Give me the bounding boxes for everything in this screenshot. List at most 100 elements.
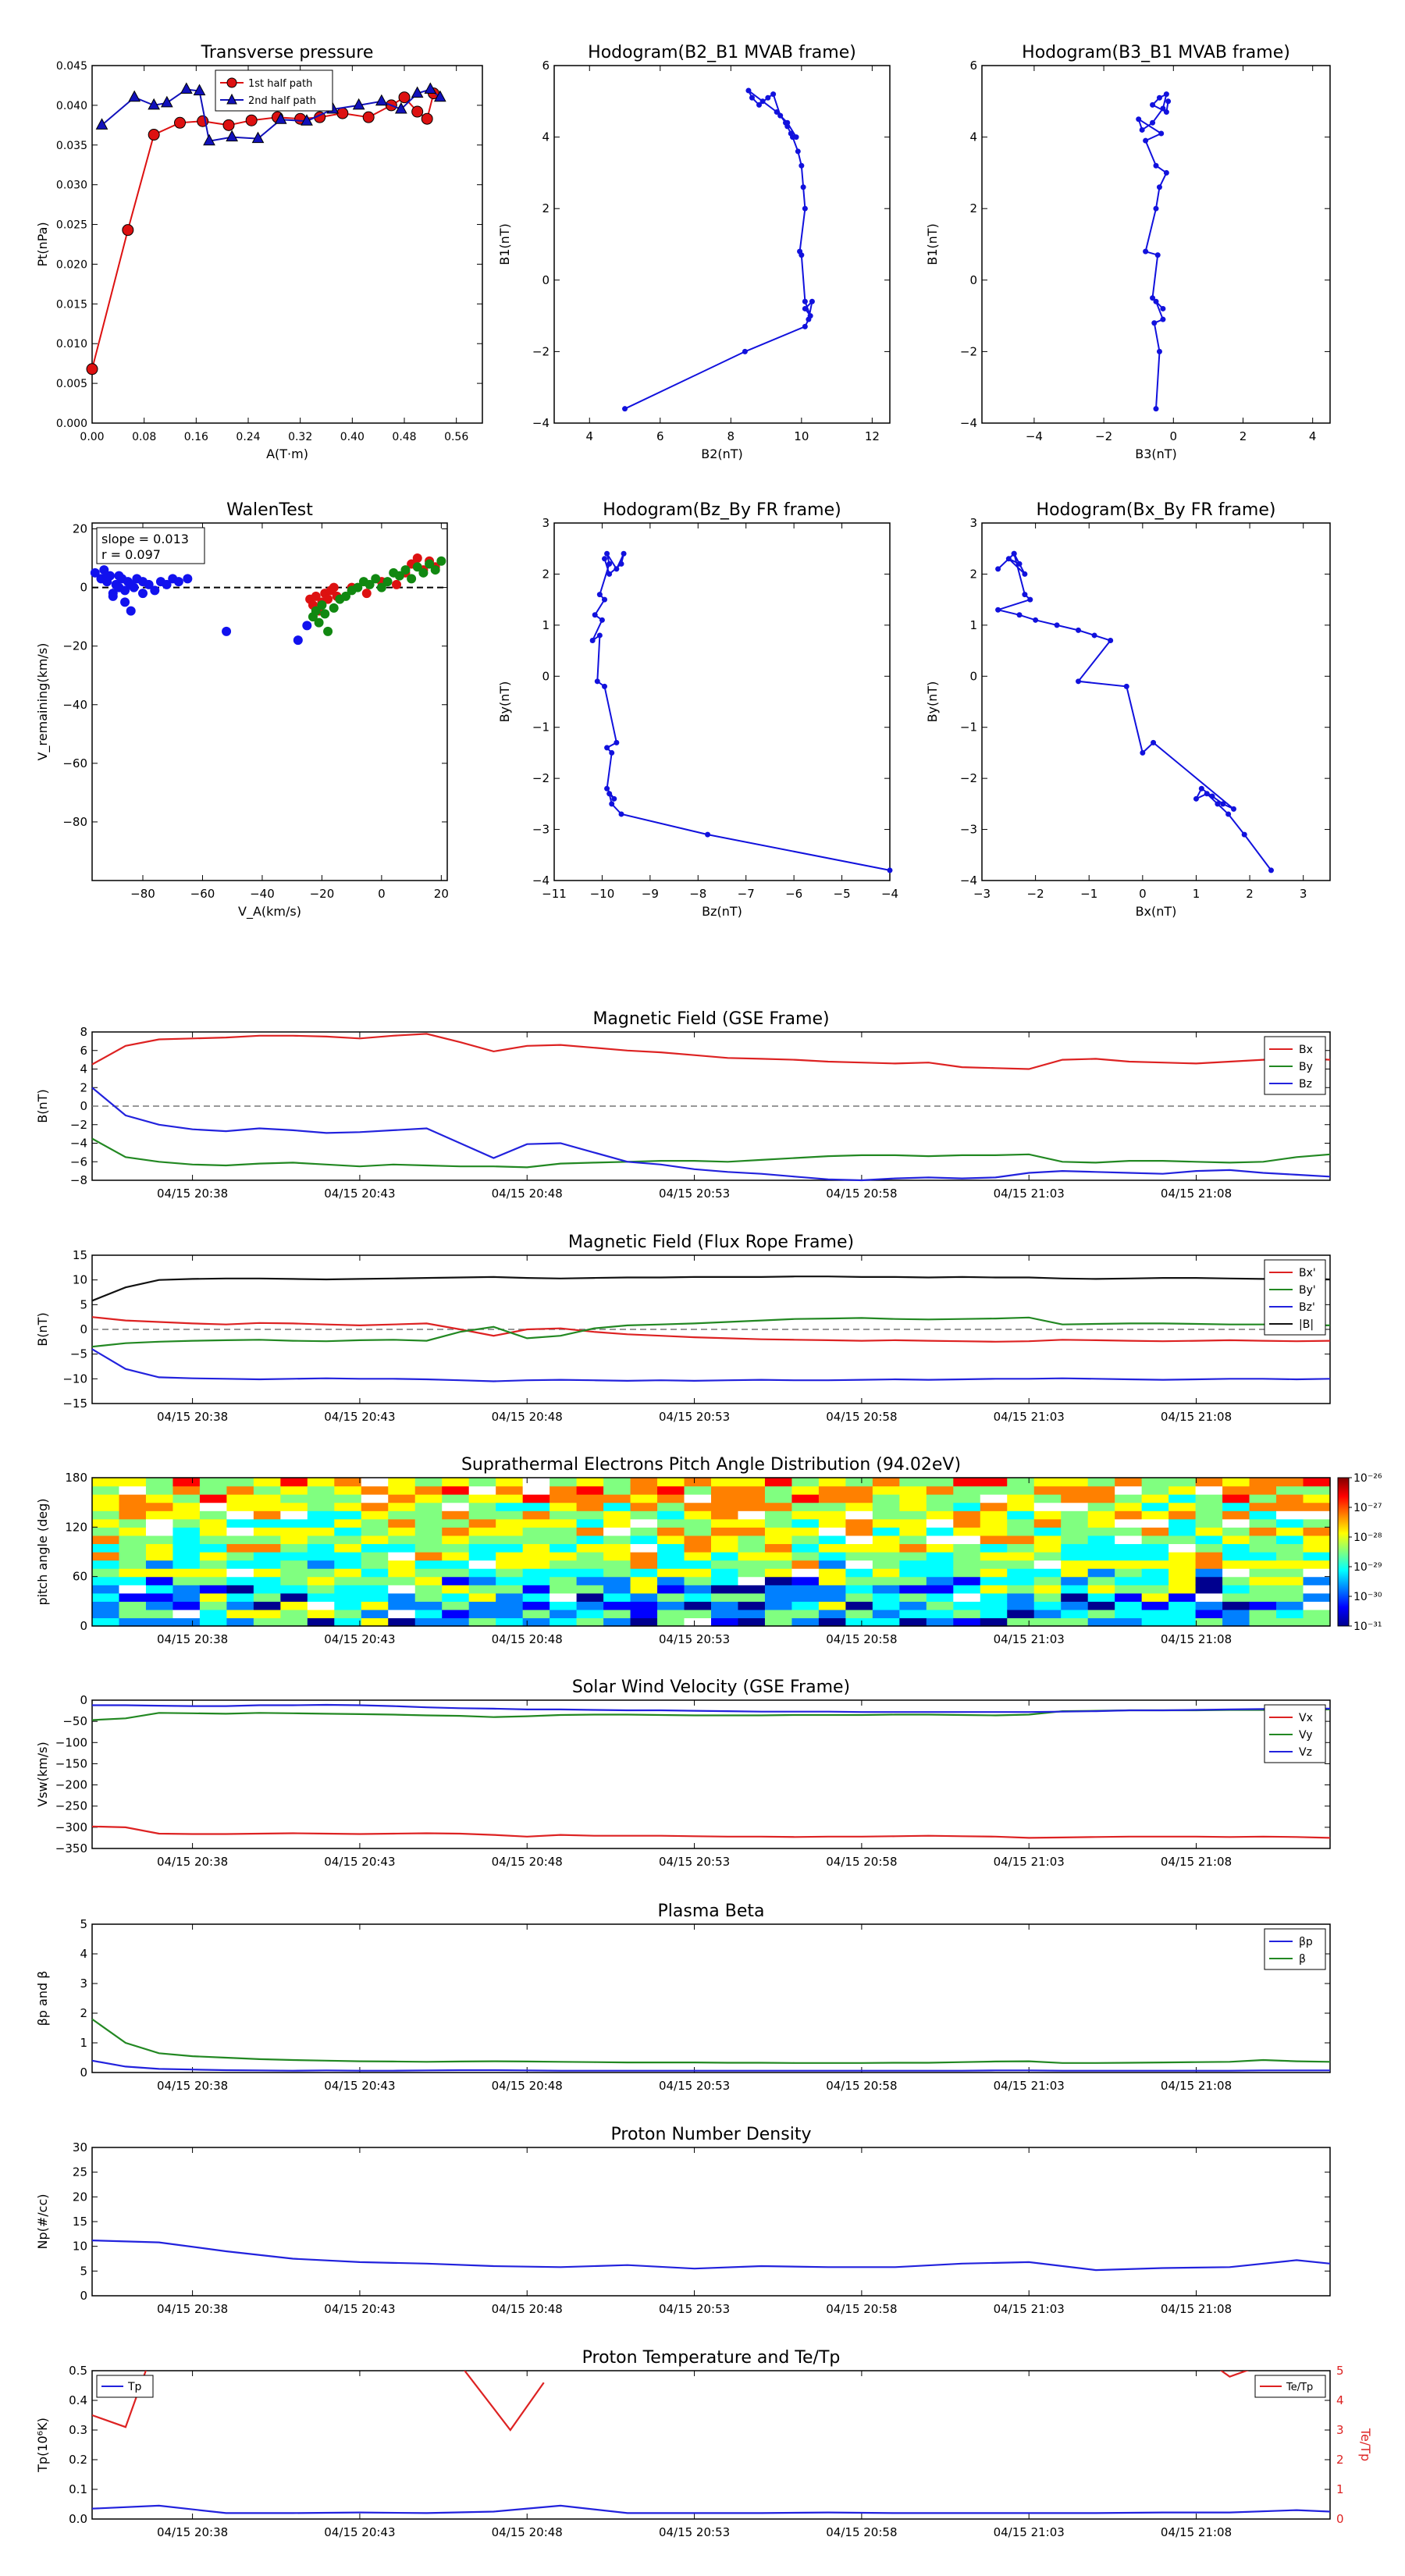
data-point	[618, 811, 624, 817]
heatmap-cell	[1033, 1568, 1062, 1578]
x-tick-label: −7	[738, 887, 755, 901]
chart-title: Hodogram(Bx_By FR frame)	[1037, 500, 1276, 520]
transverse-pressure-chart: Transverse pressure 0.000 0.005 0.010 0.015 0…	[35, 43, 483, 461]
heatmap-cell	[711, 1576, 739, 1585]
y-axis-label: By(nT)	[925, 681, 940, 723]
data-point	[602, 596, 607, 603]
heatmap-cell	[496, 1527, 524, 1536]
x-tick-label: −3	[973, 887, 991, 901]
x-tick-label: 04/15 20:58	[826, 2079, 897, 2093]
heatmap-cell	[468, 1527, 496, 1536]
heatmap-cell	[92, 1502, 120, 1511]
y-tick-label: 3	[969, 516, 977, 530]
data-point	[809, 298, 815, 304]
heatmap-cell	[226, 1478, 254, 1487]
heatmap-cell	[1061, 1560, 1089, 1569]
heatmap-cell	[684, 1478, 712, 1487]
data-point	[799, 162, 805, 169]
heatmap-cell	[199, 1601, 227, 1610]
x-axis-label: Bz(nT)	[702, 904, 742, 919]
x-axis-label: Bx(nT)	[1136, 904, 1177, 919]
heatmap-cell	[738, 1617, 766, 1627]
x-tick-label: 04/15 20:38	[157, 1410, 228, 1424]
heatmap-cell	[1276, 1609, 1304, 1619]
heatmap-cell	[173, 1485, 201, 1495]
heatmap-cell	[899, 1601, 927, 1610]
data-point	[1230, 806, 1236, 812]
heatmap-cell	[630, 1585, 658, 1594]
y-tick-label: 0.045	[56, 60, 87, 73]
legend-marker	[226, 77, 237, 88]
heatmap-cell	[1222, 1494, 1250, 1503]
heatmap-cell	[92, 1592, 120, 1602]
heatmap-cell	[791, 1478, 820, 1487]
heatmap-cell	[280, 1617, 308, 1627]
heatmap-cell	[550, 1485, 578, 1495]
y-axis-label: By(nT)	[497, 681, 512, 723]
heatmap-cell	[307, 1535, 335, 1545]
legend-label: Vx	[1299, 1712, 1313, 1724]
heatmap-cell	[388, 1601, 416, 1610]
data-point	[126, 579, 136, 589]
heatmap-cell	[468, 1609, 496, 1619]
chart-title: Plasma Beta	[658, 1902, 765, 1921]
heatmap-cell	[92, 1527, 120, 1536]
heatmap-cell	[442, 1478, 470, 1487]
heatmap-cell	[226, 1485, 254, 1495]
heatmap-cell	[1168, 1502, 1197, 1511]
data-point	[765, 94, 771, 101]
data-point	[436, 556, 446, 566]
heatmap-cell	[684, 1576, 712, 1585]
data-point	[375, 94, 388, 106]
heatmap-cell	[496, 1478, 524, 1487]
heatmap-cell	[442, 1552, 470, 1561]
x-tick-label: −60	[190, 887, 215, 901]
heatmap-cell	[361, 1601, 389, 1610]
heatmap-cell	[872, 1576, 900, 1585]
heatmap-cell	[738, 1478, 766, 1487]
heatmap-cell	[522, 1560, 550, 1569]
y-tick-label: −300	[55, 1820, 87, 1834]
x-tick-label: 04/15 20:58	[826, 1855, 897, 1869]
heatmap-cell	[791, 1518, 820, 1528]
heatmap-cell	[764, 1527, 793, 1536]
heatmap-cell	[657, 1502, 685, 1511]
y-tick-label: 0.000	[56, 418, 87, 430]
y-tick-label: 5	[80, 1917, 87, 1931]
y-tick-label: 0	[80, 1322, 87, 1336]
heatmap-cell	[442, 1518, 470, 1528]
heatmap-cell	[1303, 1609, 1331, 1619]
heatmap-cell	[980, 1568, 1008, 1578]
series-line	[91, 1033, 1331, 1070]
colorbar	[1337, 1477, 1350, 1627]
heatmap-cell	[818, 1510, 846, 1520]
heatmap-cell	[980, 1502, 1008, 1511]
y-tick-label: −3	[532, 823, 550, 837]
heatmap-cell	[1141, 1576, 1169, 1585]
x-tick-label: −2	[1095, 429, 1112, 443]
heatmap-cell	[145, 1535, 174, 1545]
heatmap-cell	[818, 1518, 846, 1528]
heatmap-cell	[845, 1535, 873, 1545]
data-point	[317, 600, 327, 610]
heatmap-cell	[388, 1518, 416, 1528]
data-point	[122, 224, 134, 237]
y-tick-label: 0	[542, 273, 550, 287]
heatmap-cell	[657, 1552, 685, 1561]
heatmap-cell	[684, 1518, 712, 1528]
y-axis-label: Tp(10⁶K)	[35, 2418, 50, 2473]
heatmap-cell	[657, 1592, 685, 1602]
heatmap-cell	[92, 1617, 120, 1627]
heatmap-cell	[818, 1601, 846, 1610]
heatmap-cell	[1061, 1568, 1089, 1578]
heatmap-cell	[414, 1601, 443, 1610]
heatmap-cell	[1007, 1510, 1035, 1520]
series-line	[91, 1348, 1331, 1382]
heatmap-cell	[684, 1568, 712, 1578]
heatmap-cell	[630, 1617, 658, 1627]
y-tick-label: 0.0	[69, 2512, 87, 2526]
heatmap-cell	[576, 1485, 604, 1495]
heatmap-cell	[764, 1560, 793, 1569]
data-point	[1241, 831, 1247, 838]
heatmap-cell	[1087, 1609, 1115, 1619]
